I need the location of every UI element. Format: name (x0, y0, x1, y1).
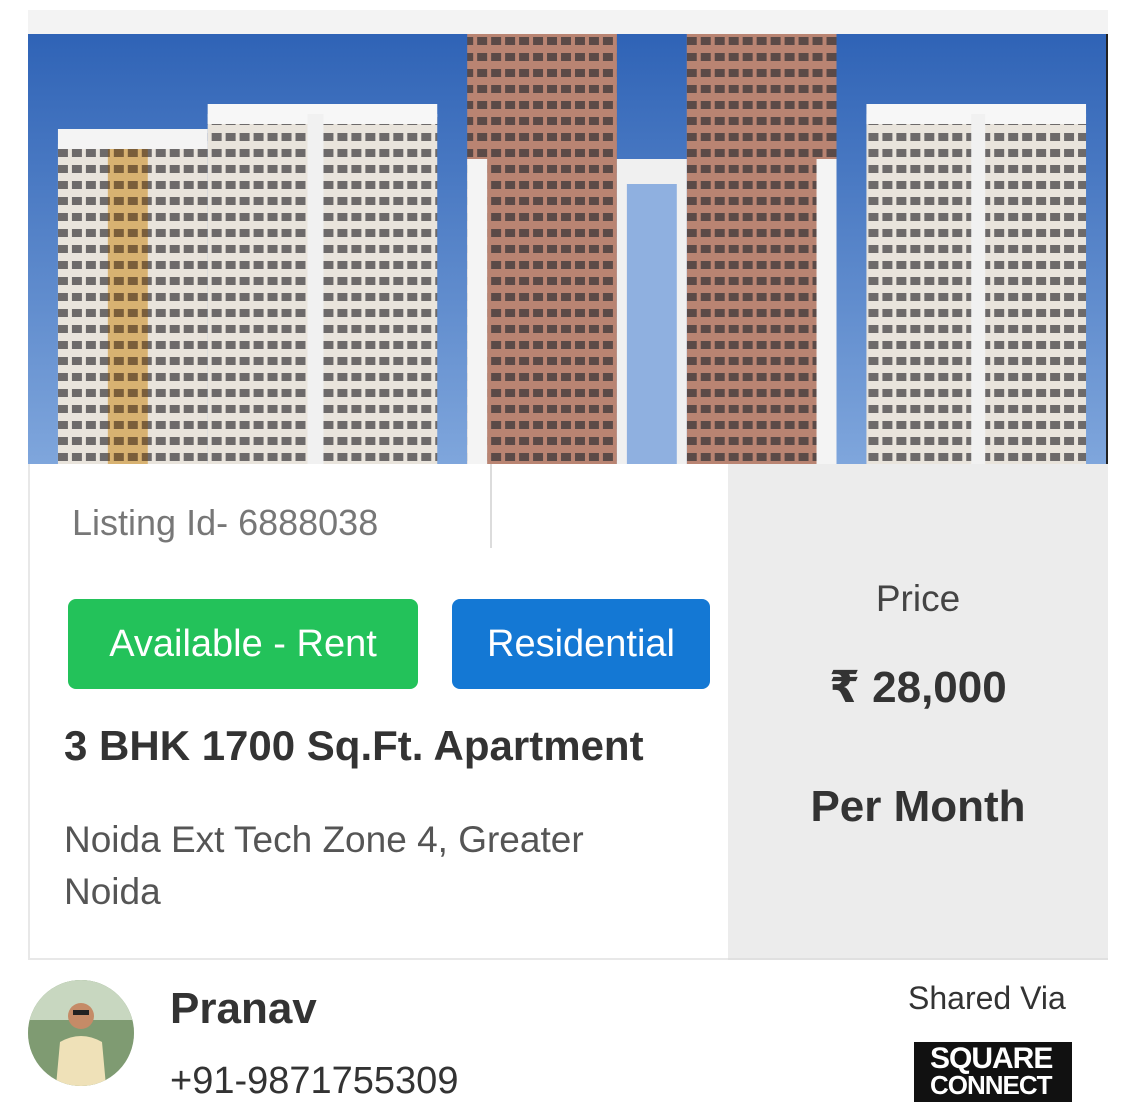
person-icon (28, 980, 134, 1086)
vertical-divider (490, 464, 492, 548)
price-panel: Price ₹ 28,000 Per Month (728, 464, 1108, 960)
shared-via-label: Shared Via (908, 980, 1066, 1016)
price-value: ₹ 28,000 (829, 663, 1007, 712)
logo-line2: CONNECT (930, 1070, 1053, 1100)
listing-card-page: Listing Id- 6888038 Available - Rent Res… (0, 0, 1136, 1116)
price-period: Per Month (810, 782, 1026, 831)
availability-badge: Available - Rent (68, 599, 418, 689)
listing-id: Listing Id- 6888038 (72, 502, 379, 543)
price-label: Price (875, 578, 961, 619)
agent-name: Pranav (170, 984, 317, 1033)
square-connect-logo: SQUARE CONNECT (914, 1042, 1072, 1102)
agent-avatar[interactable] (28, 980, 134, 1086)
listing-details-panel: Listing Id- 6888038 Available - Rent Res… (28, 464, 728, 960)
logo-line1: SQUARE (930, 1042, 1053, 1075)
property-type-badge: Residential (452, 599, 710, 689)
property-image[interactable] (28, 34, 1108, 464)
listing-title[interactable]: 3 BHK 1700 Sq.Ft. Apartment (64, 722, 644, 770)
building-illustration (28, 34, 1106, 464)
top-strip (28, 10, 1108, 34)
agent-phone[interactable]: +91-9871755309 (170, 1060, 458, 1103)
listing-address: Noida Ext Tech Zone 4, Greater Noida (64, 819, 584, 912)
